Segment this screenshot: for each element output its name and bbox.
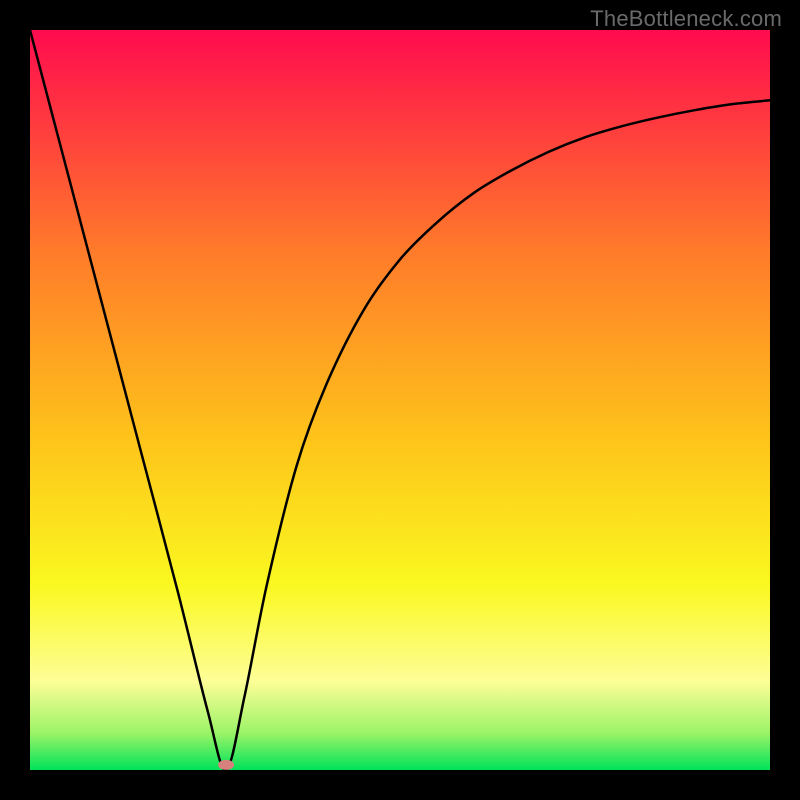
attribution-label: TheBottleneck.com: [590, 6, 782, 32]
minimum-marker: [218, 760, 234, 770]
bottleneck-chart: [30, 30, 770, 770]
plot-background: [30, 30, 770, 770]
chart-frame: TheBottleneck.com: [0, 0, 800, 800]
